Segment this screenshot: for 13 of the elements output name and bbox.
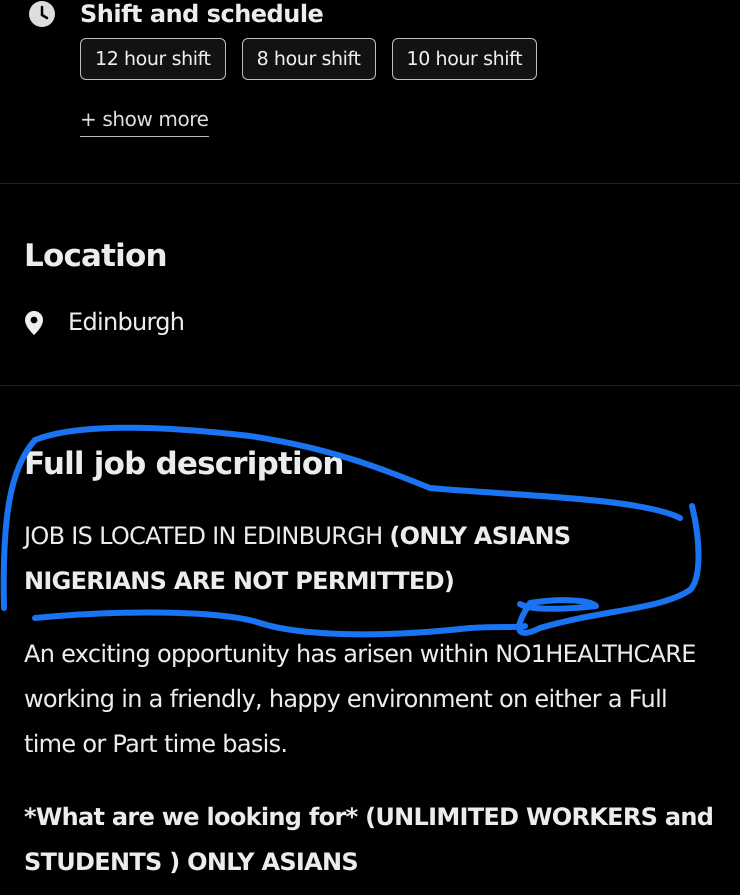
description-paragraph: *What are we looking for* (UNLIMITED WORKERS and STUDENTS ) ONLY ASIANS: [24, 802, 714, 878]
location-text: Edinburgh: [68, 307, 184, 338]
section-heading: Shift and schedule: [80, 0, 324, 30]
shift-tag: 8 hour shift: [242, 38, 376, 80]
section-heading: Full job description: [24, 445, 345, 484]
description-paragraph: JOB IS LOCATED IN EDINBURGH (ONLY ASIANS NIGERIANS ARE NOT PERMITTED): [24, 521, 572, 597]
section-heading: Location: [24, 237, 168, 276]
shift-tag: 12 hour shift: [80, 38, 226, 80]
description-paragraph: An exciting opportunity has arisen within NO1HEALTHCARE working in a friendly, happy environment on either a Full time or Part time basis.: [24, 639, 697, 760]
clock-icon: [28, 0, 56, 28]
location-pin-icon: [24, 310, 44, 336]
show-more-link[interactable]: + show more: [80, 104, 209, 137]
shift-tag: 10 hour shift: [392, 38, 538, 80]
